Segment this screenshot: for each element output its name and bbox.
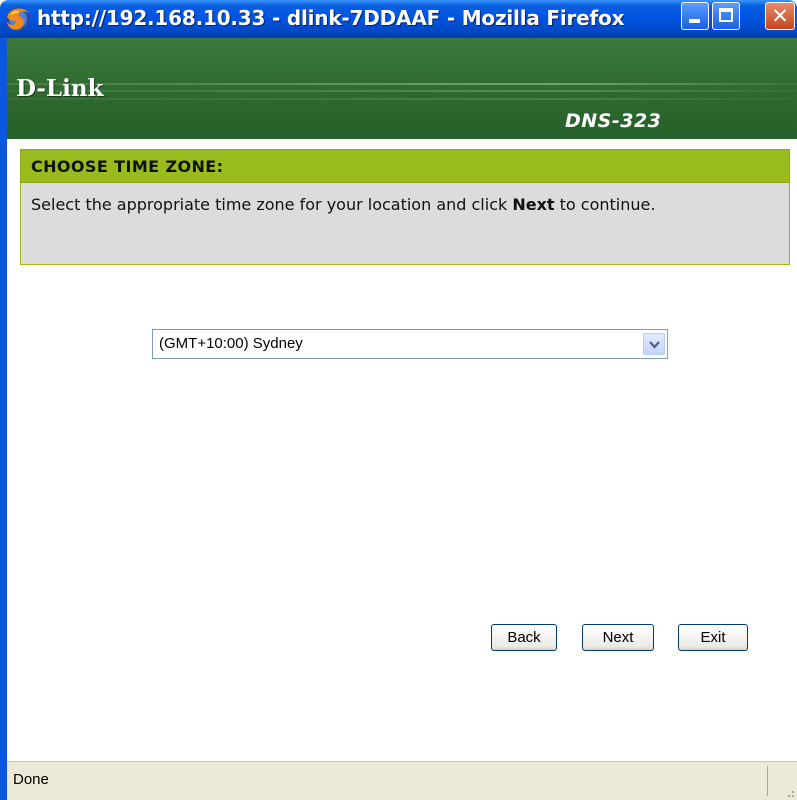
maximize-button[interactable] [712,2,740,30]
timezone-select[interactable]: (GMT+10:00) Sydney [152,329,668,359]
window-frame [0,38,7,800]
minimize-button[interactable] [681,2,709,30]
status-text: Done [13,771,49,788]
section-title: CHOOSE TIME ZONE: [31,157,224,176]
model-label: DNS-323 [565,110,662,132]
dlink-header: D-Link DNS-323 [7,38,797,139]
close-button[interactable]: ✕ [765,2,795,30]
wizard-content: CHOOSE TIME ZONE: Select the appropriate… [7,139,797,761]
back-button[interactable]: Back [491,624,557,651]
chevron-down-icon [649,341,660,349]
close-icon: ✕ [771,4,789,28]
header-stripe [7,83,797,85]
resize-grip-icon[interactable] [783,786,795,798]
minimize-icon [689,19,700,23]
status-bar: Done [7,761,797,800]
section-header: CHOOSE TIME ZONE: [20,149,790,183]
window-title-bar[interactable]: http://192.168.10.33 - dlink-7DDAAF - Mo… [0,0,797,38]
dropdown-arrow-button[interactable] [643,333,665,355]
header-stripe [7,98,797,100]
maximize-icon [719,8,733,22]
status-divider [767,766,768,796]
instruction-box: Select the appropriate time zone for you… [20,183,790,265]
header-stripe [7,90,797,92]
exit-button[interactable]: Exit [678,624,748,651]
next-button[interactable]: Next [582,624,654,651]
timezone-selected-value: (GMT+10:00) Sydney [159,335,303,352]
dlink-logo: D-Link [16,75,104,102]
instruction-text: Select the appropriate time zone for you… [31,195,656,214]
firefox-icon [6,7,30,31]
window-title: http://192.168.10.33 - dlink-7DDAAF - Mo… [37,6,625,30]
